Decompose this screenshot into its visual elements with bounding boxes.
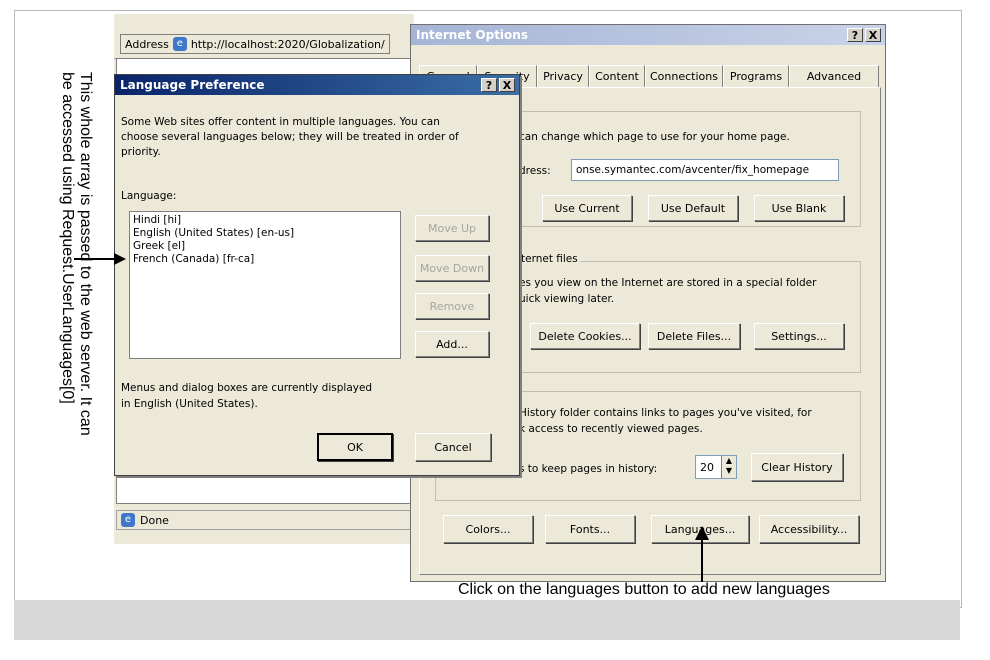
delete-cookies-button[interactable]: Delete Cookies... [530, 323, 640, 349]
language-help-button[interactable]: ? [481, 78, 497, 92]
language-intro-line-3: priority. [121, 146, 161, 158]
colors-button[interactable]: Colors... [443, 515, 533, 543]
home-address-label: dress: [519, 165, 551, 177]
internet-options-titlebar[interactable]: Internet Options ? X [411, 25, 885, 45]
home-page-url: onse.symantec.com/avcenter/fix_homepage [576, 164, 810, 176]
language-close-button[interactable]: X [499, 78, 515, 92]
use-blank-button[interactable]: Use Blank [754, 195, 844, 221]
history-days-spinner[interactable]: 20 ▲ ▼ [695, 455, 737, 479]
bottom-annotation: Click on the languages button to add new… [458, 581, 830, 598]
temp-files-group-label: ternet files [519, 253, 580, 265]
arrow-to-languages-icon [695, 526, 709, 582]
language-listbox[interactable]: Hindi [hi] English (United States) [en-u… [129, 211, 401, 359]
clear-history-button[interactable]: Clear History [751, 453, 843, 481]
tab-advanced[interactable]: Advanced [789, 65, 879, 87]
add-button[interactable]: Add... [415, 331, 489, 357]
bottom-grey-strip [14, 600, 960, 640]
accessibility-button[interactable]: Accessibility... [759, 515, 859, 543]
address-label: Address [125, 37, 169, 51]
move-down-button[interactable]: Move Down [415, 255, 489, 281]
home-page-text: can change which page to use for your ho… [519, 131, 790, 143]
history-text-2: k access to recently viewed pages. [519, 423, 703, 435]
language-intro-line-2: choose several languages below; they wil… [121, 131, 459, 143]
history-days-label: s to keep pages in history: [519, 463, 658, 475]
arrow-to-list-icon [74, 253, 126, 265]
close-button[interactable]: X [865, 28, 881, 42]
spinner-arrows-icon[interactable]: ▲ ▼ [721, 456, 736, 478]
delete-files-button[interactable]: Delete Files... [648, 323, 740, 349]
internet-options-title: Internet Options [416, 28, 528, 42]
status-bar: e Done [116, 510, 414, 530]
status-text: Done [140, 513, 169, 527]
home-page-input[interactable]: onse.symantec.com/avcenter/fix_homepage [571, 159, 839, 181]
language-dialog-title: Language Preference [120, 78, 265, 92]
ok-button[interactable]: OK [317, 433, 393, 461]
language-preference-dialog: Language Preference ? X Some Web sites o… [114, 74, 520, 476]
history-text-1: History folder contains links to pages y… [519, 407, 812, 419]
language-footer-line-2: in English (United States). [121, 398, 258, 410]
ie-status-icon: e [121, 513, 135, 527]
language-list-label: Language: [121, 190, 177, 202]
page-canvas: Address e http://localhost:2020/Globaliz… [0, 0, 990, 660]
language-item[interactable]: Greek [el] [133, 240, 397, 253]
help-button[interactable]: ? [847, 28, 863, 42]
cancel-button[interactable]: Cancel [415, 433, 491, 461]
language-dialog-titlebar[interactable]: Language Preference ? X [115, 75, 519, 95]
language-item[interactable]: French (Canada) [fr-ca] [133, 253, 397, 266]
tab-connections[interactable]: Connections [645, 65, 723, 87]
move-up-button[interactable]: Move Up [415, 215, 489, 241]
language-intro-line-1: Some Web sites offer content in multiple… [121, 116, 440, 128]
settings-button[interactable]: Settings... [754, 323, 844, 349]
temp-files-text-1: es you view on the Internet are stored i… [519, 277, 817, 289]
use-default-button[interactable]: Use Default [648, 195, 738, 221]
tab-privacy[interactable]: Privacy [537, 65, 589, 87]
temp-files-text-2: uick viewing later. [519, 293, 615, 305]
tab-content[interactable]: Content [589, 65, 645, 87]
address-url[interactable]: http://localhost:2020/Globalization/ [191, 38, 385, 51]
fonts-button[interactable]: Fonts... [545, 515, 635, 543]
remove-button[interactable]: Remove [415, 293, 489, 319]
ie-page-icon: e [172, 37, 187, 51]
language-footer-line-1: Menus and dialog boxes are currently dis… [121, 382, 373, 394]
language-item[interactable]: Hindi [hi] [133, 214, 397, 227]
address-label-box: Address e http://localhost:2020/Globaliz… [120, 34, 390, 54]
use-current-button[interactable]: Use Current [542, 195, 632, 221]
side-annotation: This whole array is passed to the web se… [54, 72, 94, 612]
language-item[interactable]: English (United States) [en-us] [133, 227, 397, 240]
tab-programs[interactable]: Programs [723, 65, 789, 87]
history-days-value: 20 [700, 460, 714, 474]
side-annotation-line-2: be accessed using Request.UserLanguages[… [59, 72, 76, 404]
browser-address-bar: Address e http://localhost:2020/Globaliz… [114, 30, 414, 59]
